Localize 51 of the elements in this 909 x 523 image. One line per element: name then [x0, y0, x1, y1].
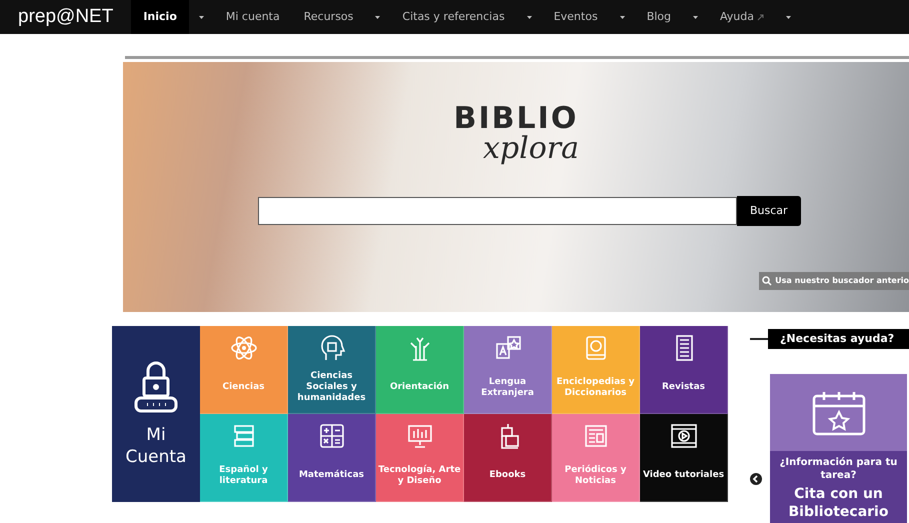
- nav-tab[interactable]: Eventos: [542, 0, 610, 34]
- caret-icon[interactable]: [620, 16, 625, 18]
- category-tile[interactable]: Matemáticas: [288, 414, 376, 502]
- caret-icon[interactable]: [526, 16, 532, 18]
- search-button[interactable]: Buscar: [737, 196, 801, 226]
- nav-tab[interactable]: Blog: [634, 0, 684, 34]
- category-tile[interactable]: Video tutoriales: [640, 414, 728, 502]
- tile-label: Lengua Extranjera: [480, 376, 535, 398]
- old-search-link[interactable]: Usa nuestro buscador anterio: [759, 272, 909, 290]
- caret-icon[interactable]: [198, 16, 204, 18]
- tile-label: Periódicos y Noticias: [564, 464, 628, 486]
- nav-tab[interactable]: Citas y referencias: [390, 0, 517, 34]
- site-logo[interactable]: prep@NET: [0, 2, 132, 32]
- padlock-icon: [133, 360, 179, 414]
- calculator-icon: [318, 422, 346, 450]
- nav-tab[interactable]: Mi cuenta: [214, 0, 292, 34]
- tile-label: Enciclopedias y Diccionarios: [555, 376, 636, 398]
- tile-label: Ciencias: [222, 382, 265, 393]
- caret-icon[interactable]: [693, 16, 698, 18]
- nav-tab[interactable]: Ayuda: [708, 0, 776, 34]
- account-tile[interactable]: Mi Cuenta: [112, 326, 200, 502]
- search-icon: [762, 276, 772, 286]
- help-heading: ¿Necesitas ayuda?: [768, 329, 909, 349]
- search-field[interactable]: [258, 197, 737, 225]
- card-question: ¿Información para tu tarea?: [778, 456, 898, 482]
- category-tile[interactable]: Ebooks: [464, 414, 552, 502]
- tile-label: Mi: [146, 424, 166, 446]
- tile-label: Orientación: [390, 382, 450, 393]
- category-tile[interactable]: Lengua Extranjera: [464, 326, 552, 414]
- tile-label: Español y literatura: [218, 464, 269, 486]
- tile-label: Video tutoriales: [642, 470, 724, 481]
- nav-tab[interactable]: Inicio: [131, 0, 189, 34]
- logo-text: xplora: [483, 134, 580, 164]
- tile-label: Ciencias Sociales y humanidades: [296, 371, 367, 404]
- caret-icon[interactable]: [786, 16, 791, 18]
- tile-label: Revistas: [662, 382, 706, 393]
- atom-icon: [230, 334, 258, 362]
- category-tile[interactable]: Ciencias Sociales y humanidades: [288, 326, 376, 414]
- video-player-icon: [670, 422, 698, 450]
- nav-tab[interactable]: Recursos: [292, 0, 366, 34]
- caret-icon[interactable]: [375, 16, 380, 18]
- translate-icon: [494, 334, 522, 362]
- category-tile[interactable]: Revistas: [640, 326, 728, 414]
- chevron-left-icon[interactable]: [750, 473, 762, 485]
- card-title: Cita con un Bibliotecario: [788, 485, 890, 521]
- monitor-icon: [406, 422, 434, 450]
- tile-label: Matemáticas: [298, 470, 364, 481]
- tile-label: Ebooks: [489, 470, 526, 481]
- logo-text: BIBLIO: [454, 104, 578, 134]
- tile-label: Tecnología, Arte y Diseño: [378, 464, 461, 486]
- tile-label: Cuenta: [126, 446, 186, 468]
